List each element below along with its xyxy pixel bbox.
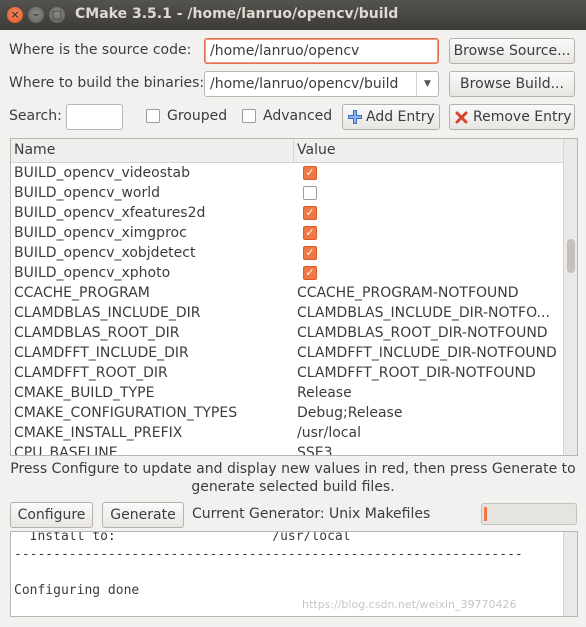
row-value[interactable]: CLAMDFFT_ROOT_DIR-NOTFOUND: [297, 363, 536, 383]
progress-fill: [484, 507, 487, 521]
close-window-button[interactable]: ×: [7, 7, 23, 23]
output-line: Configuring done: [14, 583, 140, 598]
dropdown-arrow-icon[interactable]: ▼: [416, 72, 438, 96]
row-name: CLAMDBLAS_INCLUDE_DIR: [14, 305, 201, 321]
row-name: BUILD_opencv_xfeatures2d: [14, 205, 206, 221]
value-checkbox[interactable]: ✓: [303, 206, 317, 220]
value-checkbox[interactable]: [303, 186, 317, 200]
row-value[interactable]: SSE3: [297, 443, 333, 455]
table-row[interactable]: CMAKE_BUILD_TYPE Release: [11, 383, 563, 403]
row-name: CPU_BASELINE: [14, 445, 118, 456]
remove-entry-label: Remove Entry: [473, 109, 572, 125]
watermark: https://blog.csdn.net/weixin_39770426: [302, 598, 517, 611]
source-path-input[interactable]: /home/lanruo/opencv: [204, 38, 439, 64]
table-row[interactable]: BUILD_opencv_ximgproc ✓: [11, 223, 563, 243]
plus-icon: [348, 110, 362, 124]
table-header: Name Value: [11, 139, 563, 163]
info-text-line2: generate selected build files.: [191, 479, 395, 495]
row-name: CCACHE_PROGRAM: [14, 285, 150, 301]
table-row[interactable]: CPU_BASELINE SSE3: [11, 443, 563, 456]
row-value[interactable]: CCACHE_PROGRAM-NOTFOUND: [297, 283, 519, 303]
row-name: CLAMDBLAS_ROOT_DIR: [14, 325, 180, 341]
row-name: BUILD_opencv_world: [14, 185, 161, 201]
source-label: Where is the source code:: [9, 42, 192, 58]
column-header-name[interactable]: Name: [14, 142, 55, 158]
output-line: ----------------------------------------…: [14, 547, 523, 562]
row-name: BUILD_opencv_ximgproc: [14, 225, 187, 241]
remove-icon: [455, 111, 468, 124]
add-entry-button[interactable]: Add Entry: [342, 104, 440, 130]
table-row[interactable]: BUILD_opencv_world: [11, 183, 563, 203]
current-generator-label: Current Generator: Unix Makefiles: [192, 506, 431, 522]
build-path-combo[interactable]: /home/lanruo/opencv/build ▼: [204, 71, 439, 97]
browse-source-button[interactable]: Browse Source...: [449, 38, 575, 64]
advanced-label: Advanced: [263, 108, 333, 124]
table-row[interactable]: BUILD_opencv_videostab ✓: [11, 163, 563, 183]
progress-bar: [481, 503, 577, 525]
row-name: CMAKE_CONFIGURATION_TYPES: [14, 405, 238, 421]
scrollbar-thumb[interactable]: [567, 239, 575, 273]
row-value[interactable]: CLAMDFFT_INCLUDE_DIR-NOTFOUND: [297, 343, 557, 363]
minimize-window-button[interactable]: –: [28, 7, 44, 23]
row-value[interactable]: Debug;Release: [297, 403, 402, 423]
row-value[interactable]: CLAMDBLAS_INCLUDE_DIR-NOTFO...: [297, 303, 550, 323]
table-row[interactable]: CMAKE_CONFIGURATION_TYPES Debug;Release: [11, 403, 563, 423]
grouped-checkbox[interactable]: [146, 109, 160, 123]
row-value[interactable]: /usr/local: [297, 423, 361, 443]
table-row[interactable]: CLAMDBLAS_ROOT_DIR CLAMDBLAS_ROOT_DIR-NOT…: [11, 323, 563, 343]
grouped-label: Grouped: [167, 108, 228, 124]
row-name: BUILD_opencv_xphoto: [14, 265, 171, 281]
table-row[interactable]: BUILD_opencv_xphoto ✓: [11, 263, 563, 283]
table-row[interactable]: BUILD_opencv_xfeatures2d ✓: [11, 203, 563, 223]
value-checkbox[interactable]: ✓: [303, 166, 317, 180]
info-text-line1: Press Configure to update and display ne…: [10, 461, 576, 477]
table-row[interactable]: CMAKE_INSTALL_PREFIX/usr/local: [11, 423, 563, 443]
value-checkbox[interactable]: ✓: [303, 266, 317, 280]
row-value[interactable]: CLAMDBLAS_ROOT_DIR-NOTFOUND: [297, 323, 548, 343]
table-row[interactable]: CLAMDBLAS_INCLUDE_DIR CLAMDBLAS_INCLUDE_D…: [11, 303, 563, 323]
row-name: BUILD_opencv_xobjdetect: [14, 245, 196, 261]
output-scrollbar[interactable]: [563, 532, 577, 616]
browse-build-button[interactable]: Browse Build...: [449, 71, 575, 97]
advanced-checkbox[interactable]: [242, 109, 256, 123]
row-name: CLAMDFFT_INCLUDE_DIR: [14, 345, 189, 361]
maximize-window-button[interactable]: □: [49, 7, 65, 23]
value-checkbox[interactable]: ✓: [303, 226, 317, 240]
column-header-value[interactable]: Value: [297, 142, 335, 158]
search-label: Search:: [9, 108, 62, 124]
table-row[interactable]: CLAMDFFT_INCLUDE_DIR CLAMDFFT_INCLUDE_DIR…: [11, 343, 563, 363]
row-name: BUILD_opencv_videostab: [14, 165, 190, 181]
generate-button[interactable]: Generate: [102, 502, 184, 528]
table-scrollbar[interactable]: [563, 139, 577, 455]
table-row[interactable]: CLAMDFFT_ROOT_DIR CLAMDFFT_ROOT_DIR-NOTFO…: [11, 363, 563, 383]
configure-button[interactable]: Configure: [10, 502, 93, 528]
title-bar: × – □ CMake 3.5.1 - /home/lanruo/opencv/…: [0, 0, 586, 30]
cache-table[interactable]: Name Value BUILD_opencv_videostab ✓ BUILD_…: [10, 138, 578, 456]
search-input[interactable]: [66, 104, 123, 130]
output-line: Install to: /usr/local: [14, 531, 351, 544]
remove-entry-button[interactable]: Remove Entry: [449, 104, 575, 130]
row-name: CMAKE_BUILD_TYPE: [14, 385, 155, 401]
window-title: CMake 3.5.1 - /home/lanruo/opencv/build: [75, 6, 399, 22]
table-row[interactable]: CCACHE_PROGRAM CCACHE_PROGRAM-NOTFOUND: [11, 283, 563, 303]
add-entry-label: Add Entry: [366, 109, 435, 125]
build-label: Where to build the binaries:: [9, 75, 205, 91]
build-path-value: /home/lanruo/opencv/build: [210, 76, 399, 92]
value-checkbox[interactable]: ✓: [303, 246, 317, 260]
row-value[interactable]: Release: [297, 383, 352, 403]
row-name: CMAKE_INSTALL_PREFIX: [14, 425, 183, 441]
table-row[interactable]: BUILD_opencv_xobjdetect ✓: [11, 243, 563, 263]
row-name: CLAMDFFT_ROOT_DIR: [14, 365, 168, 381]
